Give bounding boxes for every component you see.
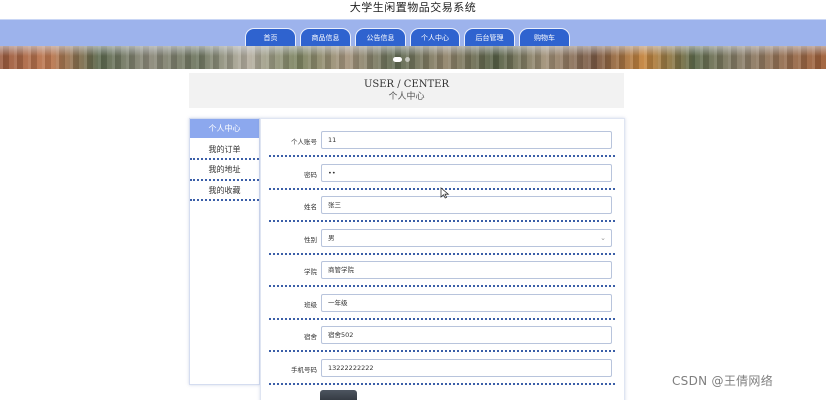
phone-label: 手机号码 (291, 365, 317, 374)
form-row-class: 班级 一年级 (269, 290, 615, 320)
form-row-dorm: 宿舍 宿舍502 (269, 322, 615, 352)
nav-tab-cart[interactable]: 购物车 (519, 28, 570, 47)
top-nav: 首页 商品信息 公告信息 个人中心 后台管理 购物车 (0, 19, 826, 47)
user-center-title-en: USER / CENTER (363, 79, 450, 90)
gender-label: 性别 (304, 235, 317, 244)
nav-tab-announcements[interactable]: 公告信息 (355, 28, 406, 47)
nav-tab-user-center[interactable]: 个人中心 (410, 28, 460, 47)
carousel-dot-2[interactable] (405, 57, 410, 62)
carousel-dot-1[interactable] (393, 57, 402, 62)
carousel-indicators (393, 57, 410, 62)
nav-tab-home[interactable]: 首页 (245, 28, 296, 47)
user-center-header: USER / CENTER 个人中心 (189, 73, 624, 108)
nav-tab-admin[interactable]: 后台管理 (464, 28, 515, 47)
college-field[interactable]: 商管学院 (321, 261, 612, 279)
nav-tab-products[interactable]: 商品信息 (300, 28, 351, 47)
gender-select-value: 男 (328, 233, 335, 242)
banner-carousel (0, 46, 826, 69)
side-menu: 个人中心 我的订单 我的地址 我的收藏 (189, 118, 260, 385)
mouse-pointer-icon (440, 187, 450, 199)
class-field[interactable]: 一年级 (321, 293, 612, 312)
banner-overlay (0, 46, 826, 56)
form-row-account: 个人账号 11 (269, 127, 615, 157)
side-item-user-center[interactable]: 个人中心 (190, 119, 259, 140)
class-label: 班级 (304, 300, 317, 309)
account-field[interactable]: 11 (321, 131, 612, 149)
dorm-label: 宿舍 (304, 333, 317, 341)
avatar[interactable] (320, 390, 357, 400)
form-row-college: 学院 商管学院 (269, 257, 615, 287)
watermark: CSDN @王倩网络 (672, 374, 774, 388)
form-row-password: 密码 •• (269, 160, 615, 190)
user-center-title-cn: 个人中心 (388, 92, 425, 102)
name-field[interactable]: 张三 (321, 196, 612, 214)
password-label: 密码 (304, 170, 317, 179)
account-label: 个人账号 (291, 138, 317, 146)
name-label: 姓名 (304, 203, 317, 211)
chevron-down-icon: ⌄ (600, 233, 606, 242)
phone-field[interactable]: 13222222222 (321, 358, 612, 377)
dorm-field[interactable]: 宿舍502 (321, 326, 612, 344)
form-row-phone: 手机号码 13222222222 (269, 355, 615, 385)
nav-tabs: 首页 商品信息 公告信息 个人中心 后台管理 购物车 (245, 28, 570, 47)
side-item-my-address[interactable]: 我的地址 (190, 160, 259, 181)
password-field[interactable]: •• (321, 163, 612, 182)
gender-select[interactable]: 男 ⌄ (321, 228, 612, 247)
college-label: 学院 (304, 268, 317, 276)
site-title: 大学生闲置物品交易系统 (349, 1, 477, 14)
profile-form: 个人账号 11 密码 •• 姓名 张三 性别 男 ⌄ 学院 商管学院 班级 一年… (260, 118, 625, 400)
side-item-my-favorites[interactable]: 我的收藏 (190, 181, 259, 201)
side-item-my-orders[interactable]: 我的订单 (190, 140, 259, 160)
form-row-gender: 性别 男 ⌄ (269, 225, 615, 255)
